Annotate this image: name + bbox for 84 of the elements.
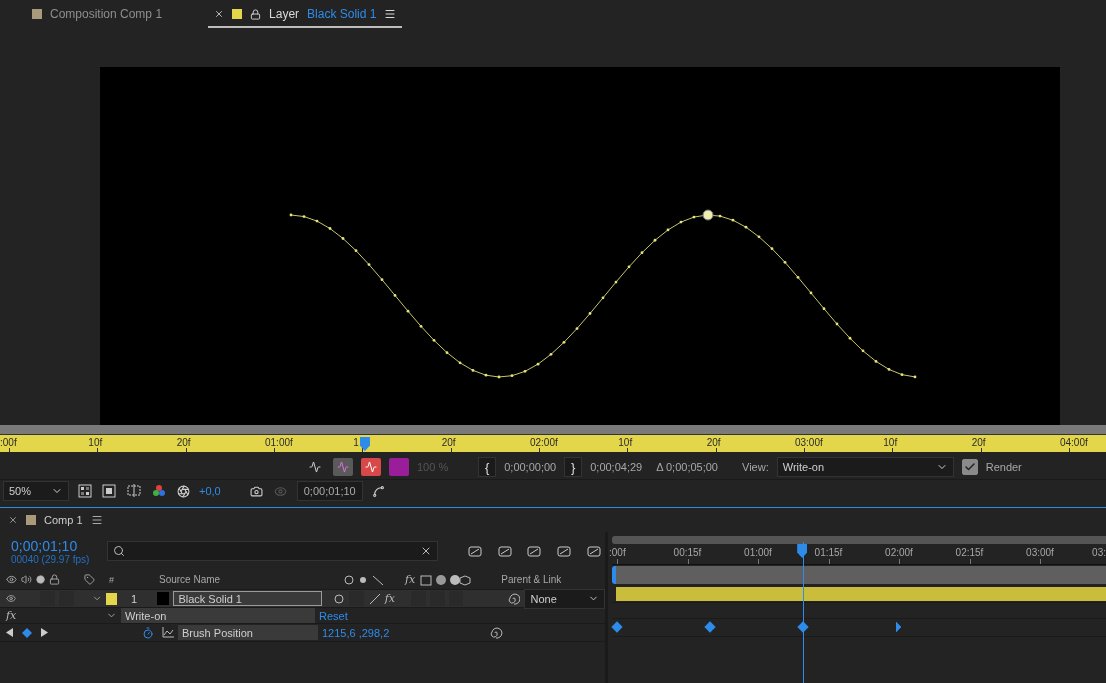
ruler-label: 20f [706, 437, 721, 448]
ruler-label: 20f [441, 437, 456, 448]
next-keyframe-icon[interactable] [40, 628, 48, 637]
column-header: # [109, 574, 115, 585]
color-swatch[interactable] [389, 458, 409, 476]
region-icon[interactable] [125, 482, 143, 500]
ruler-label: 10f [618, 437, 633, 448]
search-field[interactable] [107, 541, 438, 561]
render-checkbox[interactable] [961, 459, 978, 475]
ruler-label: 1 [353, 437, 359, 448]
lock-icon [49, 574, 60, 585]
menu-icon[interactable] [384, 8, 397, 20]
zoom-dropdown[interactable]: 50% [3, 481, 69, 501]
previous-keyframe-icon[interactable] [6, 628, 14, 637]
parent-dropdown[interactable]: None [524, 588, 605, 609]
speaker-icon [21, 574, 32, 585]
keyframe[interactable] [704, 621, 716, 633]
ruler-label: 03: [1092, 547, 1106, 558]
out-point-time: 0;00;04;29 [590, 461, 643, 473]
ruler-label: 02:00f [529, 437, 558, 448]
view-label: View: [742, 461, 769, 473]
stopwatch-icon[interactable] [142, 626, 154, 639]
render-label: Render [985, 461, 1022, 473]
close-icon[interactable] [214, 9, 225, 19]
aperture-icon[interactable] [175, 482, 191, 500]
eye-icon [6, 574, 17, 585]
ruler-label: 01:15f [814, 547, 843, 558]
in-point-time: 0;00;00;00 [504, 461, 557, 473]
ruler-label: 01:00f [265, 437, 293, 448]
ruler-label: 03:00f [1026, 547, 1054, 558]
layer-number: 1 [131, 592, 139, 605]
checkerboard-icon[interactable] [77, 482, 93, 500]
column-header: Parent & Link [501, 574, 562, 585]
lock-icon[interactable] [250, 8, 262, 20]
current-time-field[interactable]: 0;00;01;10 [296, 481, 363, 501]
property-value[interactable]: 1215,6 ,298,2 [322, 626, 390, 639]
eye-icon[interactable] [6, 593, 17, 604]
ruler-label: :00f [0, 437, 17, 448]
ruler-label: 20f [176, 437, 191, 448]
view-dropdown[interactable]: Write-on [776, 457, 954, 477]
out-point-button[interactable]: } [564, 457, 583, 477]
column-header: Source Name [159, 574, 222, 585]
ruler-label: :00f [609, 547, 626, 558]
ruler-label: 01:00f [744, 547, 772, 558]
reset-link[interactable]: Reset [319, 609, 348, 622]
menu-icon[interactable] [90, 514, 103, 526]
ruler-label: 00:15f [673, 547, 702, 558]
effect-switch[interactable]: fx [384, 592, 396, 605]
in-point-button[interactable]: { [478, 457, 497, 477]
keyframe-icon[interactable] [22, 627, 32, 638]
checkmark-icon [963, 461, 976, 473]
viewer-tab[interactable]: Composition Comp 1 [26, 2, 169, 28]
quality-icon[interactable] [367, 592, 381, 605]
effect-name[interactable]: Write-on [121, 608, 315, 623]
viewer-tab[interactable]: Layer Black Solid 1 [208, 2, 403, 28]
ruler-label: 20f [971, 437, 986, 448]
panel-tab[interactable]: Comp 1 [44, 514, 83, 526]
ruler-label: 10f [88, 437, 103, 448]
duration-time: Δ 0;00;05;00 [656, 461, 718, 473]
exposure-value[interactable]: +0,0 [199, 485, 221, 497]
ruler-label: 10f [883, 437, 898, 448]
label-swatch[interactable] [106, 592, 118, 605]
frame-count: 00040 (29.97 fps) [11, 553, 91, 565]
mask-icon[interactable] [101, 482, 117, 500]
pick-whip-icon[interactable] [489, 626, 504, 639]
search-icon [113, 545, 126, 557]
solo-icon [36, 575, 45, 584]
tag-icon [84, 574, 95, 585]
ruler-label: 03:00f [794, 437, 823, 448]
ruler-label: 04:00f [1059, 437, 1088, 448]
graph-icon[interactable] [162, 627, 174, 638]
keyframe[interactable] [611, 621, 623, 633]
current-time: 0;00;01;10 [11, 537, 79, 554]
label-swatch [26, 515, 36, 525]
pick-whip-icon[interactable] [507, 592, 521, 605]
layer-thumbnail [157, 592, 170, 605]
effect-label: fx [6, 609, 18, 622]
close-icon[interactable] [8, 515, 18, 525]
playhead[interactable] [797, 544, 808, 558]
ruler-label: 02:00f [885, 547, 913, 558]
property-name[interactable]: Brush Position [178, 625, 318, 640]
ruler-label: 02:15f [955, 547, 984, 558]
column-header: fx [405, 573, 416, 586]
layer-name-field[interactable]: Black Solid 1 [173, 591, 322, 606]
